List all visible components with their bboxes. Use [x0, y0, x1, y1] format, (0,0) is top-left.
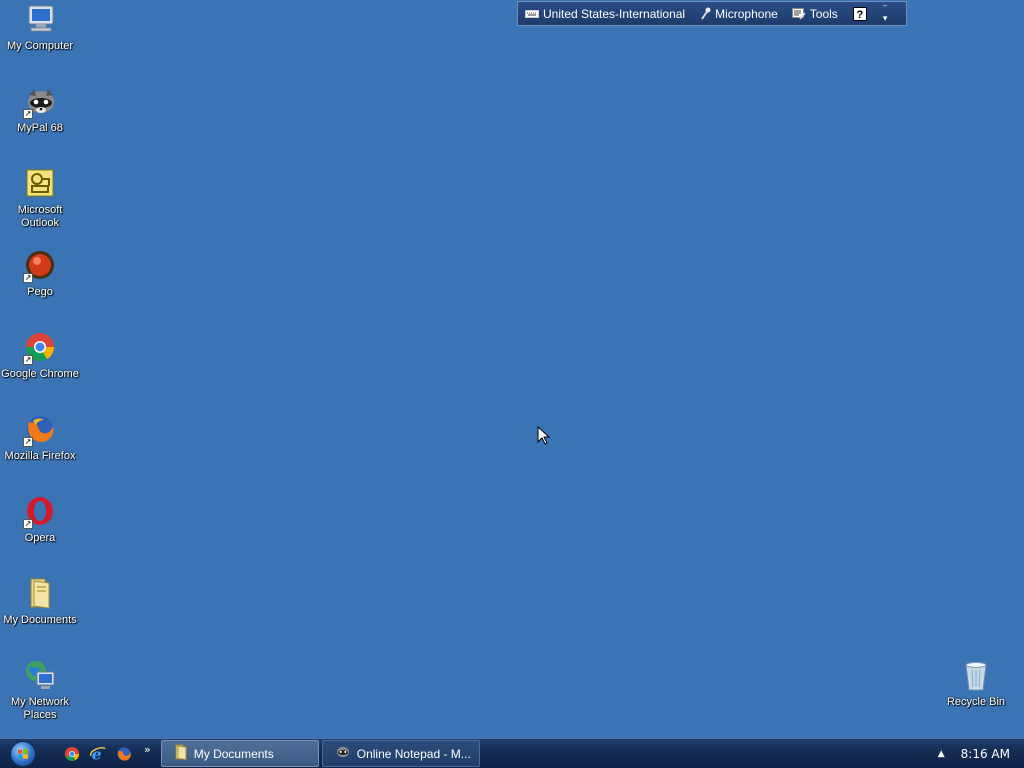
pego-icon: ↗ [23, 249, 57, 283]
desktop-icon-outlook[interactable]: Microsoft Outlook [0, 167, 80, 230]
tools-icon [791, 7, 806, 19]
windows-logo-icon [10, 740, 36, 767]
show-hidden-icons-button[interactable]: ▲ [938, 749, 945, 759]
microphone-icon [701, 7, 711, 20]
folder-icon [23, 577, 57, 611]
chrome-icon: ↗ [23, 331, 57, 365]
quick-launch: e » [62, 743, 151, 764]
shortcut-arrow-icon: ↗ [23, 437, 33, 447]
microphone-button[interactable]: Microphone [692, 2, 785, 25]
clock[interactable]: 8:16 AM [961, 747, 1010, 761]
mouse-cursor-icon [537, 426, 551, 445]
shortcut-arrow-icon: ↗ [23, 355, 33, 365]
tools-label: Tools [809, 6, 838, 21]
computer-icon [23, 3, 57, 37]
mypal-icon [335, 745, 351, 762]
start-button[interactable] [0, 739, 46, 768]
langbar-options-icon[interactable]: ‾ ▾ [883, 5, 888, 22]
chrome-icon[interactable] [62, 744, 82, 764]
desktop-icon-label: My Network Places [10, 696, 70, 721]
desktop-icon-network-places[interactable]: My Network Places [0, 659, 80, 722]
help-icon[interactable]: ? [852, 6, 867, 21]
shortcut-arrow-icon: ↗ [23, 109, 33, 119]
desktop-icon-label: Opera [24, 532, 56, 544]
opera-icon: ↗ [23, 495, 57, 529]
taskbar-button-online-notepad[interactable]: Online Notepad - M... [321, 740, 480, 767]
desktop-icon-label: MyPal 68 [17, 122, 63, 134]
folder-icon [174, 744, 188, 763]
firefox-icon: ↗ [23, 413, 57, 447]
desktop-icon-firefox[interactable]: ↗ Mozilla Firefox [0, 413, 80, 463]
desktop-icon-label: My Documents [3, 614, 77, 626]
desktop-icon-mypal[interactable]: ↗ MyPal 68 [0, 85, 80, 135]
recycle-bin-icon [959, 659, 993, 693]
taskbar: e » My Documents Online Notepad - M... ▲… [0, 738, 1024, 768]
mypal-icon: ↗ [23, 85, 57, 119]
taskbar-button-my-documents[interactable]: My Documents [160, 740, 319, 767]
desktop-icon-label: Microsoft Outlook [17, 204, 63, 229]
taskbar-button-label: Online Notepad - M... [356, 746, 471, 761]
internet-explorer-icon[interactable]: e [88, 744, 108, 764]
desktop-icon-opera[interactable]: ↗ Opera [0, 495, 80, 545]
network-icon [23, 659, 57, 693]
desktop[interactable]: My Computer ↗ MyPal 68 Microsoft Outlook… [0, 0, 1024, 738]
desktop-icon-pego[interactable]: ↗ Pego [0, 249, 80, 299]
desktop-icon-my-documents[interactable]: My Documents [0, 577, 80, 627]
language-selector[interactable]: United States-International [518, 2, 692, 25]
taskbar-button-label: My Documents [193, 746, 274, 761]
keyboard-icon [525, 9, 539, 18]
shortcut-arrow-icon: ↗ [23, 519, 33, 529]
firefox-icon[interactable] [114, 744, 134, 764]
desktop-icon-chrome[interactable]: ↗ Google Chrome [0, 331, 80, 381]
tools-button[interactable]: Tools [785, 2, 845, 25]
desktop-icon-label: Pego [27, 286, 53, 298]
desktop-icon-label: Mozilla Firefox [4, 450, 76, 462]
desktop-icon-label: Recycle Bin [946, 696, 1006, 708]
language-bar[interactable]: United States-International Microphone T… [517, 1, 907, 26]
desktop-icon-my-computer[interactable]: My Computer [0, 3, 80, 53]
desktop-icon-recycle-bin[interactable]: Recycle Bin [936, 659, 1016, 709]
quick-launch-more-button[interactable]: » [144, 743, 151, 756]
desktop-icon-label: Google Chrome [1, 368, 79, 380]
microphone-label: Microphone [715, 6, 778, 21]
outlook-icon [23, 167, 57, 201]
language-label: United States-International [543, 6, 686, 21]
system-tray: ▲ 8:16 AM [938, 747, 1024, 761]
desktop-icon-label: My Computer [6, 40, 74, 52]
shortcut-arrow-icon: ↗ [23, 273, 33, 283]
